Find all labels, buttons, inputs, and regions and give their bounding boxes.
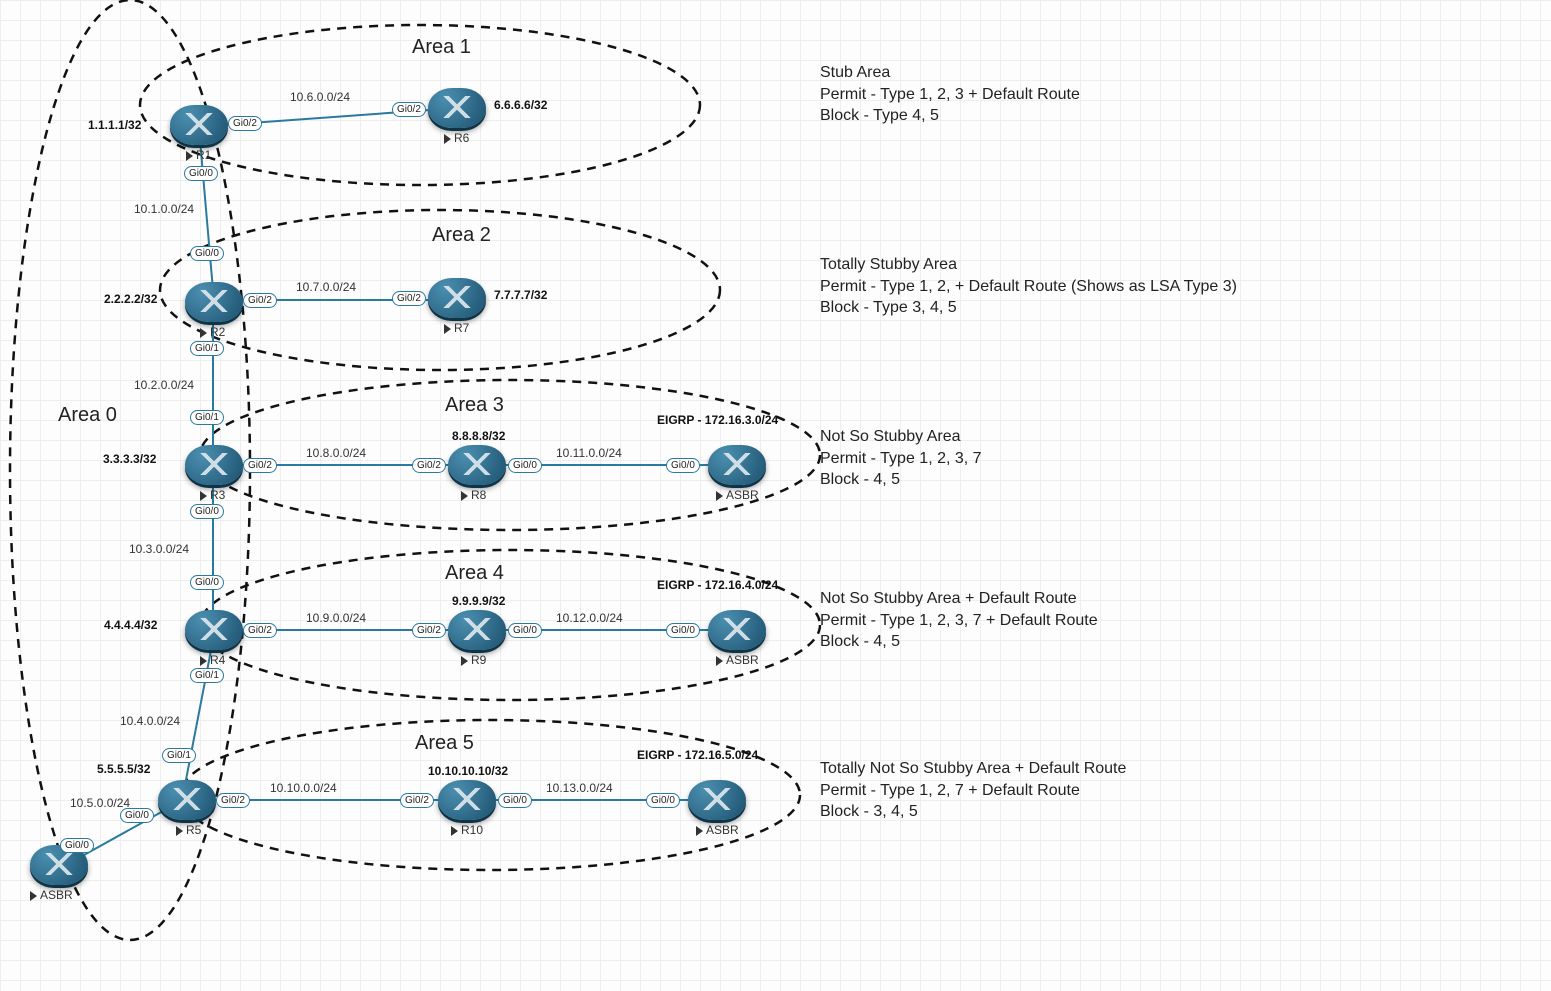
port-r4-u: Gi0/0 bbox=[190, 575, 224, 590]
net-r2r3: 10.2.0.0/24 bbox=[134, 378, 194, 392]
label-r5: R5 bbox=[176, 823, 201, 837]
router-r1[interactable] bbox=[170, 105, 228, 145]
ip-r1: 1.1.1.1/32 bbox=[88, 118, 141, 132]
label-asbr4: ASBR bbox=[716, 653, 759, 667]
port-asbr4-l: Gi0/0 bbox=[666, 623, 700, 638]
port-r5-r: Gi0/2 bbox=[216, 793, 250, 808]
net-r2r7: 10.7.0.0/24 bbox=[296, 280, 356, 294]
router-r10[interactable] bbox=[438, 780, 496, 820]
port-r10-l: Gi0/2 bbox=[400, 793, 434, 808]
net-r5r10: 10.10.0.0/24 bbox=[270, 781, 337, 795]
area3-desc: Not So Stubby Area Permit - Type 1, 2, 3… bbox=[820, 426, 982, 491]
port-r1-d: Gi0/0 bbox=[184, 166, 218, 181]
router-r3[interactable] bbox=[185, 445, 243, 485]
port-r5-u: Gi0/1 bbox=[162, 748, 196, 763]
ip-r2: 2.2.2.2/32 bbox=[104, 292, 157, 306]
area5-desc: Totally Not So Stubby Area + Default Rou… bbox=[820, 758, 1126, 823]
router-asbr5[interactable] bbox=[688, 780, 746, 820]
port-r9-r: Gi0/0 bbox=[508, 623, 542, 638]
ip-r6: 6.6.6.6/32 bbox=[494, 98, 547, 112]
port-r8-r: Gi0/0 bbox=[508, 458, 542, 473]
area5-title: Area 5 bbox=[415, 732, 474, 755]
ext-asbr5: EIGRP - 172.16.5.0/24 bbox=[637, 748, 758, 762]
net-r5asbr0: 10.5.0.0/24 bbox=[70, 796, 130, 810]
ext-asbr4: EIGRP - 172.16.4.0/24 bbox=[657, 578, 778, 592]
label-r6: R6 bbox=[444, 131, 469, 145]
net-r1r6: 10.6.0.0/24 bbox=[290, 90, 350, 104]
ip-r3: 3.3.3.3/32 bbox=[103, 452, 156, 466]
port-r9-l: Gi0/2 bbox=[412, 623, 446, 638]
net-r3r4: 10.3.0.0/24 bbox=[129, 542, 189, 556]
router-r6[interactable] bbox=[428, 88, 486, 128]
label-r8: R8 bbox=[461, 488, 486, 502]
label-asbr0: ASBR bbox=[30, 888, 73, 902]
port-r4-d: Gi0/1 bbox=[190, 668, 224, 683]
net-r1r2: 10.1.0.0/24 bbox=[134, 202, 194, 216]
label-r10: R10 bbox=[451, 823, 483, 837]
router-r8[interactable] bbox=[448, 445, 506, 485]
net-r9asbr4: 10.12.0.0/24 bbox=[556, 611, 623, 625]
net-r10asbr5: 10.13.0.0/24 bbox=[546, 781, 613, 795]
net-r4r5: 10.4.0.0/24 bbox=[120, 714, 180, 728]
port-r3-r: Gi0/2 bbox=[243, 458, 277, 473]
port-r1-r: Gi0/2 bbox=[228, 116, 262, 131]
router-asbr3[interactable] bbox=[708, 445, 766, 485]
port-r2-d: Gi0/1 bbox=[190, 341, 224, 356]
ip-r4: 4.4.4.4/32 bbox=[104, 618, 157, 632]
port-r3-d: Gi0/0 bbox=[190, 504, 224, 519]
ext-asbr3: EIGRP - 172.16.3.0/24 bbox=[657, 413, 778, 427]
router-r7[interactable] bbox=[428, 278, 486, 318]
port-asbr5-l: Gi0/0 bbox=[646, 793, 680, 808]
net-r3r8: 10.8.0.0/24 bbox=[306, 446, 366, 460]
router-r4[interactable] bbox=[185, 610, 243, 650]
label-asbr5: ASBR bbox=[696, 823, 739, 837]
port-r10-r: Gi0/0 bbox=[498, 793, 532, 808]
label-r4: R4 bbox=[200, 653, 225, 667]
area1-desc: Stub Area Permit - Type 1, 2, 3 + Defaul… bbox=[820, 62, 1080, 127]
label-r3: R3 bbox=[200, 488, 225, 502]
router-r9[interactable] bbox=[448, 610, 506, 650]
area0-title: Area 0 bbox=[58, 404, 117, 427]
port-r5-l: Gi0/0 bbox=[120, 808, 154, 823]
label-r7: R7 bbox=[444, 321, 469, 335]
ip-r9: 9.9.9.9/32 bbox=[452, 594, 505, 608]
ip-r5: 5.5.5.5/32 bbox=[97, 762, 150, 776]
area4-title: Area 4 bbox=[445, 562, 504, 585]
area3-title: Area 3 bbox=[445, 394, 504, 417]
port-r6-l: Gi0/2 bbox=[392, 102, 426, 117]
label-asbr3: ASBR bbox=[716, 488, 759, 502]
port-r2-r: Gi0/2 bbox=[243, 293, 277, 308]
label-r1: R1 bbox=[186, 148, 211, 162]
router-r5[interactable] bbox=[158, 780, 216, 820]
port-r3-u: Gi0/1 bbox=[190, 410, 224, 425]
net-r8asbr3: 10.11.0.0/24 bbox=[556, 446, 622, 460]
port-asbr0: Gi0/0 bbox=[60, 838, 94, 853]
port-r4-r: Gi0/2 bbox=[243, 623, 277, 638]
router-r2[interactable] bbox=[185, 282, 243, 322]
label-r9: R9 bbox=[461, 653, 486, 667]
port-asbr3-l: Gi0/0 bbox=[666, 458, 700, 473]
area2-title: Area 2 bbox=[432, 224, 491, 247]
router-asbr4[interactable] bbox=[708, 610, 766, 650]
area2-desc: Totally Stubby Area Permit - Type 1, 2, … bbox=[820, 254, 1237, 319]
net-r4r9: 10.9.0.0/24 bbox=[306, 611, 366, 625]
ip-r10: 10.10.10.10/32 bbox=[428, 764, 508, 778]
port-r2-u: Gi0/0 bbox=[190, 246, 224, 261]
ip-r7: 7.7.7.7/32 bbox=[494, 288, 547, 302]
port-r8-l: Gi0/2 bbox=[412, 458, 446, 473]
area1-title: Area 1 bbox=[412, 36, 471, 59]
port-r7-l: Gi0/2 bbox=[392, 291, 426, 306]
topology-lines bbox=[0, 0, 1551, 991]
label-r2: R2 bbox=[200, 325, 225, 339]
area4-desc: Not So Stubby Area + Default Route Permi… bbox=[820, 588, 1098, 653]
ip-r8: 8.8.8.8/32 bbox=[452, 429, 505, 443]
